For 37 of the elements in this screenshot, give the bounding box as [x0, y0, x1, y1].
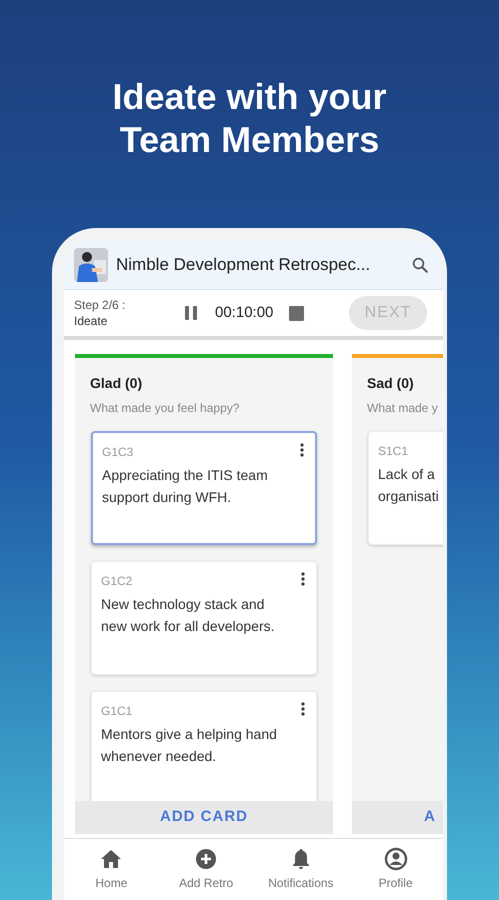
retro-card[interactable]: S1C1 Lack of a organisati [368, 431, 443, 545]
retro-card[interactable]: G1C3 Appreciating the ITIS team support during WFH. [91, 431, 317, 545]
profile-icon [384, 847, 408, 871]
search-icon[interactable] [411, 256, 429, 274]
nav-item[interactable]: Home [64, 839, 159, 900]
nav-item[interactable]: Notifications [254, 839, 348, 900]
more-icon[interactable] [301, 572, 305, 586]
column-subtitle: What made you feel happy? [90, 400, 240, 417]
retro-card[interactable]: G1C2 New technology stack and new work for all developers. [91, 561, 317, 675]
column-title: Glad (0) [90, 374, 144, 393]
card-id: G1C2 [101, 573, 132, 590]
timer: 00:10:00 [215, 302, 274, 323]
retro-title: Nimble Development Retrospec... [116, 254, 372, 276]
column-title: Sad (0) [367, 374, 415, 393]
card-id: S1C1 [378, 443, 408, 460]
card-text: Lack of a organisati [378, 465, 440, 506]
headline: Ideate with your [112, 75, 387, 118]
card-text: Mentors give a helping hand whenever needed. [101, 725, 278, 766]
add-card-button[interactable]: A [352, 801, 443, 834]
nav-item[interactable]: Add Retro [158, 839, 254, 900]
card-text: Appreciating the ITIS team support during WFH. [102, 466, 269, 507]
add-card-button[interactable]: ADD CARD [75, 801, 333, 834]
add-icon [194, 847, 218, 871]
pause-icon[interactable] [184, 305, 198, 321]
headline: Team Members [120, 118, 380, 161]
card-id: G1C3 [102, 444, 134, 461]
step-label: Step 2/6 : [74, 297, 126, 313]
column-subtitle: What made y [367, 400, 439, 417]
phase-label: Ideate [74, 313, 108, 329]
retro-card[interactable]: G1C1 Mentors give a helping hand whenever needed. [91, 691, 317, 801]
card-text: New technology stack and new work for all developers. [101, 595, 276, 636]
more-icon[interactable] [301, 702, 305, 716]
more-icon[interactable] [300, 443, 304, 457]
card-id: G1C1 [101, 703, 132, 720]
stop-icon[interactable] [289, 306, 304, 320]
nav-item[interactable]: Profile [348, 839, 443, 900]
home-icon [99, 847, 124, 871]
